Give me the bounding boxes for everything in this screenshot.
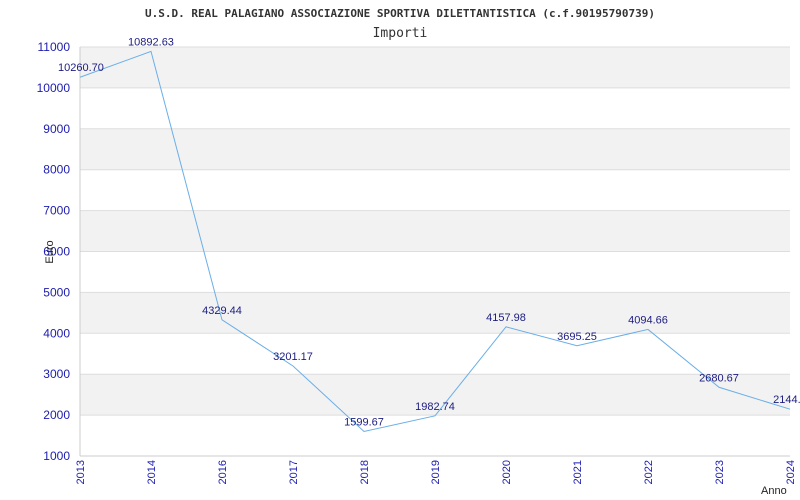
grid-band [80,292,790,334]
y-axis-label: Euro [44,240,56,263]
data-label: 2680.67 [699,372,739,384]
x-tick-label: 2016 [217,460,229,484]
data-label: 4329.44 [202,305,242,317]
y-tick-label: 8000 [43,163,70,177]
grid-band [80,333,790,375]
grid-band [80,169,790,211]
y-tick-label: 5000 [43,285,70,299]
data-label: 3201.17 [273,351,313,363]
y-tick-label: 11000 [38,40,71,54]
data-label: 10260.70 [58,62,104,74]
grid-band [80,87,790,129]
y-tick-label: 2000 [43,408,70,422]
grid-band [80,251,790,293]
data-label: 2144.1 [773,394,800,406]
data-label: 4157.98 [486,312,526,324]
x-tick-label: 2021 [572,460,584,484]
grid-band [80,415,790,456]
x-tick-label: 2024 [785,460,797,484]
y-tick-label: 4000 [43,326,70,340]
grid-band [80,47,790,88]
y-tick-label: 3000 [43,367,70,381]
data-label: 3695.25 [557,331,597,343]
x-tick-label: 2022 [643,460,655,484]
chart-subtitle: Importi [373,26,428,41]
x-tick-label: 2023 [714,460,726,484]
x-axis-label: Anno [761,485,787,497]
grid-band [80,128,790,170]
data-label: 1599.67 [344,416,384,428]
line-chart: 1000 2000 3000 4000 5000 6000 7000 8000 9000 1000… [0,0,800,500]
y-tick-label: 9000 [43,122,70,136]
x-tick-label: 2018 [359,460,371,484]
y-tick-label: 7000 [43,204,70,218]
data-label: 4094.66 [628,314,668,326]
grid-band [80,210,790,252]
data-label: 10892.63 [128,36,174,48]
x-axis-ticks: 2013 2014 2016 2017 2018 2019 2020 2021 2022 2023… [75,460,797,484]
data-label: 1982.74 [415,401,455,413]
chart-title: U.S.D. REAL PALAGIANO ASSOCIAZIONE SPORT… [145,7,655,20]
x-tick-label: 2014 [146,460,158,484]
x-tick-label: 2013 [75,460,87,484]
x-tick-label: 2017 [288,460,300,484]
y-tick-label: 1000 [43,449,70,463]
x-tick-label: 2020 [501,460,513,484]
y-tick-label: 10000 [37,81,71,95]
chart-canvas: 1000200030004000500060007000800090001000… [37,7,800,497]
x-tick-label: 2019 [430,460,442,484]
